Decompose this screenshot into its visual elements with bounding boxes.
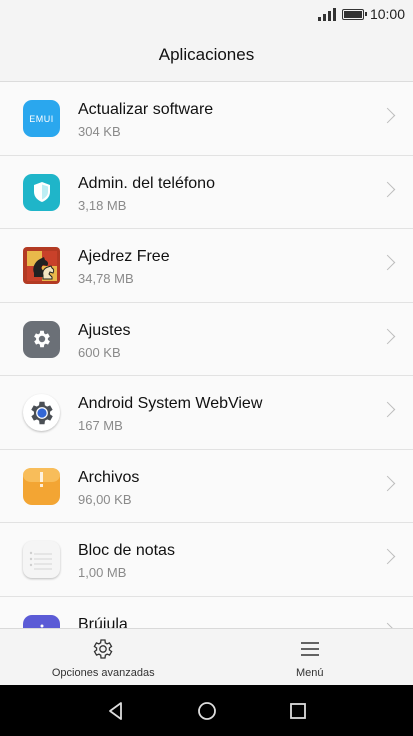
signal-icon	[317, 7, 336, 21]
chevron-right-icon	[379, 181, 396, 197]
app-name: Brújula	[78, 615, 128, 629]
status-time: 10:00	[369, 6, 405, 22]
app-size: 34,78 MB	[78, 271, 134, 286]
chevron-right-icon	[379, 254, 396, 271]
app-size: 600 KB	[78, 344, 121, 360]
list-item-brujula[interactable]: Brújula	[0, 597, 413, 629]
app-size: 167 MB	[78, 418, 123, 433]
app-size: 3,18 MB	[78, 197, 127, 213]
shield-icon	[23, 173, 60, 211]
page-title: Aplicaciones	[0, 28, 413, 82]
menu-label: Menú	[295, 667, 324, 679]
app-name: Ajustes	[78, 321, 131, 339]
webview-gear-icon	[23, 394, 60, 431]
list-item-archivos[interactable]: Archivos 96,00 KB	[0, 450, 413, 523]
gear-outline-icon	[93, 639, 113, 659]
menu-button[interactable]: Menú	[207, 629, 413, 685]
chess-icon	[23, 247, 60, 284]
status-bar: 10:00	[0, 0, 413, 28]
advanced-options-button[interactable]: Opciones avanzadas	[0, 629, 207, 685]
app-name: Ajedrez Free	[78, 248, 170, 265]
list-item-bloc-de-notas[interactable]: Bloc de notas 1,00 MB	[0, 523, 413, 597]
chevron-right-icon	[379, 328, 396, 344]
back-icon[interactable]	[105, 700, 127, 722]
app-size: 304 KB	[78, 124, 121, 139]
hamburger-menu-icon	[300, 642, 319, 656]
list-item-ajustes[interactable]: Ajustes 600 KB	[0, 303, 413, 376]
list-item-admin-telefono[interactable]: Admin. del teléfono 3,18 MB	[0, 156, 413, 229]
app-name: Actualizar software	[78, 101, 214, 118]
home-icon[interactable]	[196, 700, 218, 722]
recent-apps-icon[interactable]	[287, 700, 309, 722]
system-nav-bar	[0, 685, 413, 736]
app-size: 96,00 KB	[78, 491, 132, 507]
list-item-android-system-webview[interactable]: Android System WebView 167 MB	[0, 376, 413, 450]
chevron-right-icon	[379, 548, 396, 565]
compass-icon	[23, 614, 60, 628]
battery-icon	[341, 8, 367, 20]
chevron-right-icon	[379, 401, 396, 418]
app-name: Android System WebView	[78, 395, 263, 412]
chevron-right-icon	[379, 107, 396, 124]
advanced-options-label: Opciones avanzadas	[51, 667, 155, 679]
chevron-right-icon	[379, 475, 396, 491]
folder-icon	[23, 467, 60, 505]
app-size: 1,00 MB	[78, 565, 127, 580]
app-name: Admin. del teléfono	[78, 174, 215, 192]
app-name: Bloc de notas	[78, 542, 175, 559]
notepad-icon	[23, 541, 60, 578]
app-list[interactable]: EMUI Actualizar software 304 KB Admin. d…	[0, 82, 413, 628]
bottom-toolbar: Opciones avanzadas Menú	[0, 628, 413, 685]
gear-icon	[23, 320, 60, 358]
app-name: Archivos	[78, 468, 140, 486]
list-item-ajedrez-free[interactable]: Ajedrez Free 34,78 MB	[0, 229, 413, 303]
emui-icon: EMUI	[23, 100, 60, 137]
list-item-actualizar-software[interactable]: EMUI Actualizar software 304 KB	[0, 82, 413, 156]
